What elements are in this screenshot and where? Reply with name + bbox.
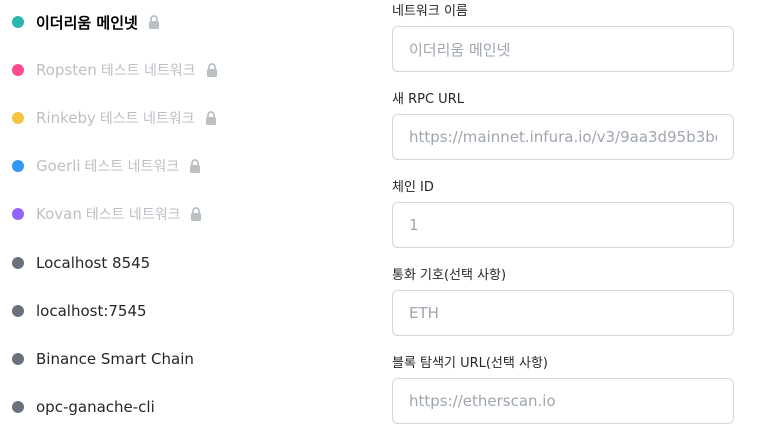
currency-symbol-label: 통화 기호(선택 사항) [392, 268, 507, 283]
network-item-binance-smart-chain[interactable]: Binance Smart Chain [12, 347, 194, 371]
network-color-dot [12, 353, 24, 365]
network-name: Binance Smart Chain [36, 350, 194, 368]
network-suffix: 테스트 네트워크 [100, 63, 196, 79]
network-color-dot [12, 16, 24, 28]
network-name-field[interactable] [392, 26, 734, 72]
network-name: 이더리움 메인넷 [36, 13, 138, 32]
lock-icon [205, 111, 216, 125]
network-color-dot [12, 64, 24, 76]
lock-icon [206, 63, 217, 77]
network-item-kovan[interactable]: Kovan 테스트 네트워크 [12, 202, 202, 226]
network-item-localhost-8545[interactable]: Localhost 8545 [12, 251, 150, 275]
network-suffix: 테스트 네트워크 [85, 207, 181, 223]
lock-icon [148, 15, 159, 29]
network-name: Rinkeby [36, 109, 96, 127]
network-settings-page: 이더리움 메인넷 Ropsten 테스트 네트워크 Rinkeby 테스트 네트… [0, 0, 760, 435]
lock-icon [191, 207, 202, 221]
chain-id-label: 체인 ID [392, 180, 434, 195]
network-item-mainnet[interactable]: 이더리움 메인넷 [12, 10, 160, 34]
network-name: localhost:7545 [36, 302, 147, 320]
network-name: Localhost 8545 [36, 254, 151, 272]
network-color-dot [12, 208, 24, 220]
network-color-dot [12, 305, 24, 317]
network-item-ropsten[interactable]: Ropsten 테스트 네트워크 [12, 58, 218, 82]
network-name: Kovan [36, 205, 82, 223]
network-item-localhost-7545[interactable]: localhost:7545 [12, 299, 147, 323]
block-explorer-url-field[interactable] [392, 378, 734, 424]
network-suffix: 테스트 네트워크 [84, 159, 180, 175]
network-item-rinkeby[interactable]: Rinkeby 테스트 네트워크 [12, 106, 217, 130]
chain-id-field[interactable] [392, 202, 734, 248]
network-color-dot [12, 112, 24, 124]
network-color-dot [12, 401, 24, 413]
network-name: Goerli [36, 157, 81, 175]
rpc-url-field[interactable] [392, 114, 734, 160]
network-item-opc-ganache-cli[interactable]: opc-ganache-cli [12, 395, 155, 419]
network-color-dot [12, 257, 24, 269]
network-name-label: 네트워크 이름 [392, 4, 468, 19]
network-name: Ropsten [36, 61, 97, 79]
block-explorer-url-label: 블록 탐색기 URL(선택 사항) [392, 356, 548, 371]
network-item-goerli[interactable]: Goerli 테스트 네트워크 [12, 154, 201, 178]
network-color-dot [12, 160, 24, 172]
network-form: 네트워크 이름 새 RPC URL 체인 ID 통화 기호(선택 사항) 블록 … [392, 0, 736, 435]
lock-icon [190, 159, 201, 173]
network-suffix: 테스트 네트워크 [99, 111, 195, 127]
rpc-url-label: 새 RPC URL [392, 92, 464, 107]
network-name: opc-ganache-cli [36, 398, 155, 416]
network-list: 이더리움 메인넷 Ropsten 테스트 네트워크 Rinkeby 테스트 네트… [0, 0, 300, 435]
currency-symbol-field[interactable] [392, 290, 734, 336]
